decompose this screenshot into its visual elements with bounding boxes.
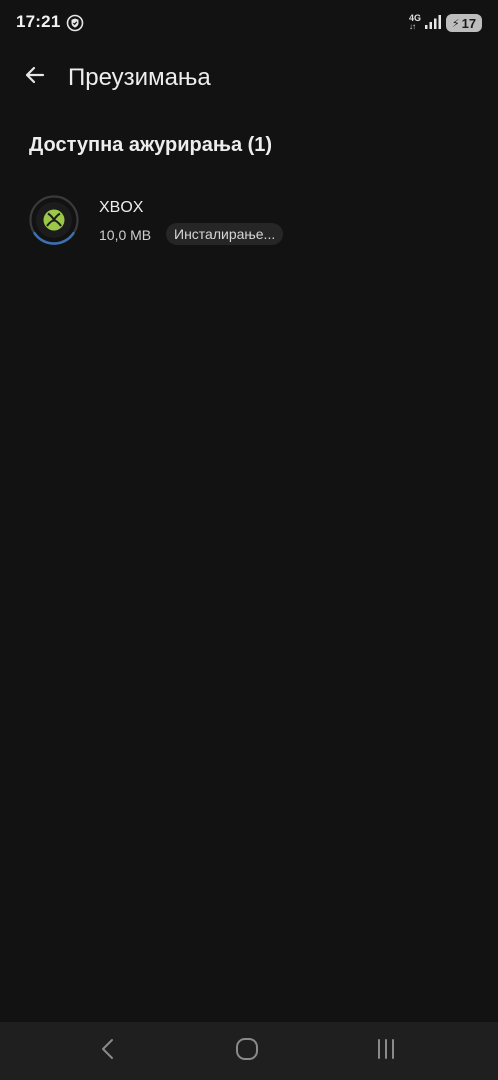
- nav-back-button[interactable]: [88, 1034, 128, 1068]
- back-button[interactable]: [14, 56, 56, 98]
- status-bar: 17:21 4G ↓↑ ⚡ 17: [0, 0, 498, 46]
- recents-icon: [374, 1037, 398, 1066]
- section-title: Доступна ажурирања (1): [29, 134, 273, 156]
- app-name: XBOX: [99, 199, 144, 216]
- app-bar: Преузимања: [0, 46, 498, 112]
- app-icon-with-progress: [28, 194, 80, 246]
- nav-recents-button[interactable]: [366, 1034, 406, 1068]
- battery-level: 17: [461, 15, 477, 31]
- status-time: 17:21: [16, 12, 61, 31]
- shield-icon: [66, 14, 84, 32]
- install-status-chip: Инсталирање...: [166, 223, 284, 245]
- network-type: 4G ↓↑: [409, 13, 422, 31]
- xbox-logo-icon: [42, 208, 66, 232]
- app-size: 10,0 MB: [99, 227, 152, 243]
- update-list-item[interactable]: XBOX 10,0 MB Инсталирање...: [0, 186, 498, 258]
- home-rounded-square-icon: [235, 1037, 259, 1066]
- data-arrows-icon: ↓↑: [409, 22, 416, 31]
- system-nav-bar: [0, 1022, 498, 1080]
- nav-home-button[interactable]: [227, 1034, 267, 1068]
- battery-charging-icon: ⚡ 17: [446, 14, 482, 32]
- page-title: Преузимања: [68, 64, 211, 91]
- chevron-left-icon: [98, 1037, 118, 1066]
- signal-icon: [424, 14, 442, 30]
- downloads-screen: 17:21 4G ↓↑ ⚡ 17 Преузимања Доступна ажу…: [0, 0, 498, 1080]
- arrow-left-icon: [23, 63, 47, 92]
